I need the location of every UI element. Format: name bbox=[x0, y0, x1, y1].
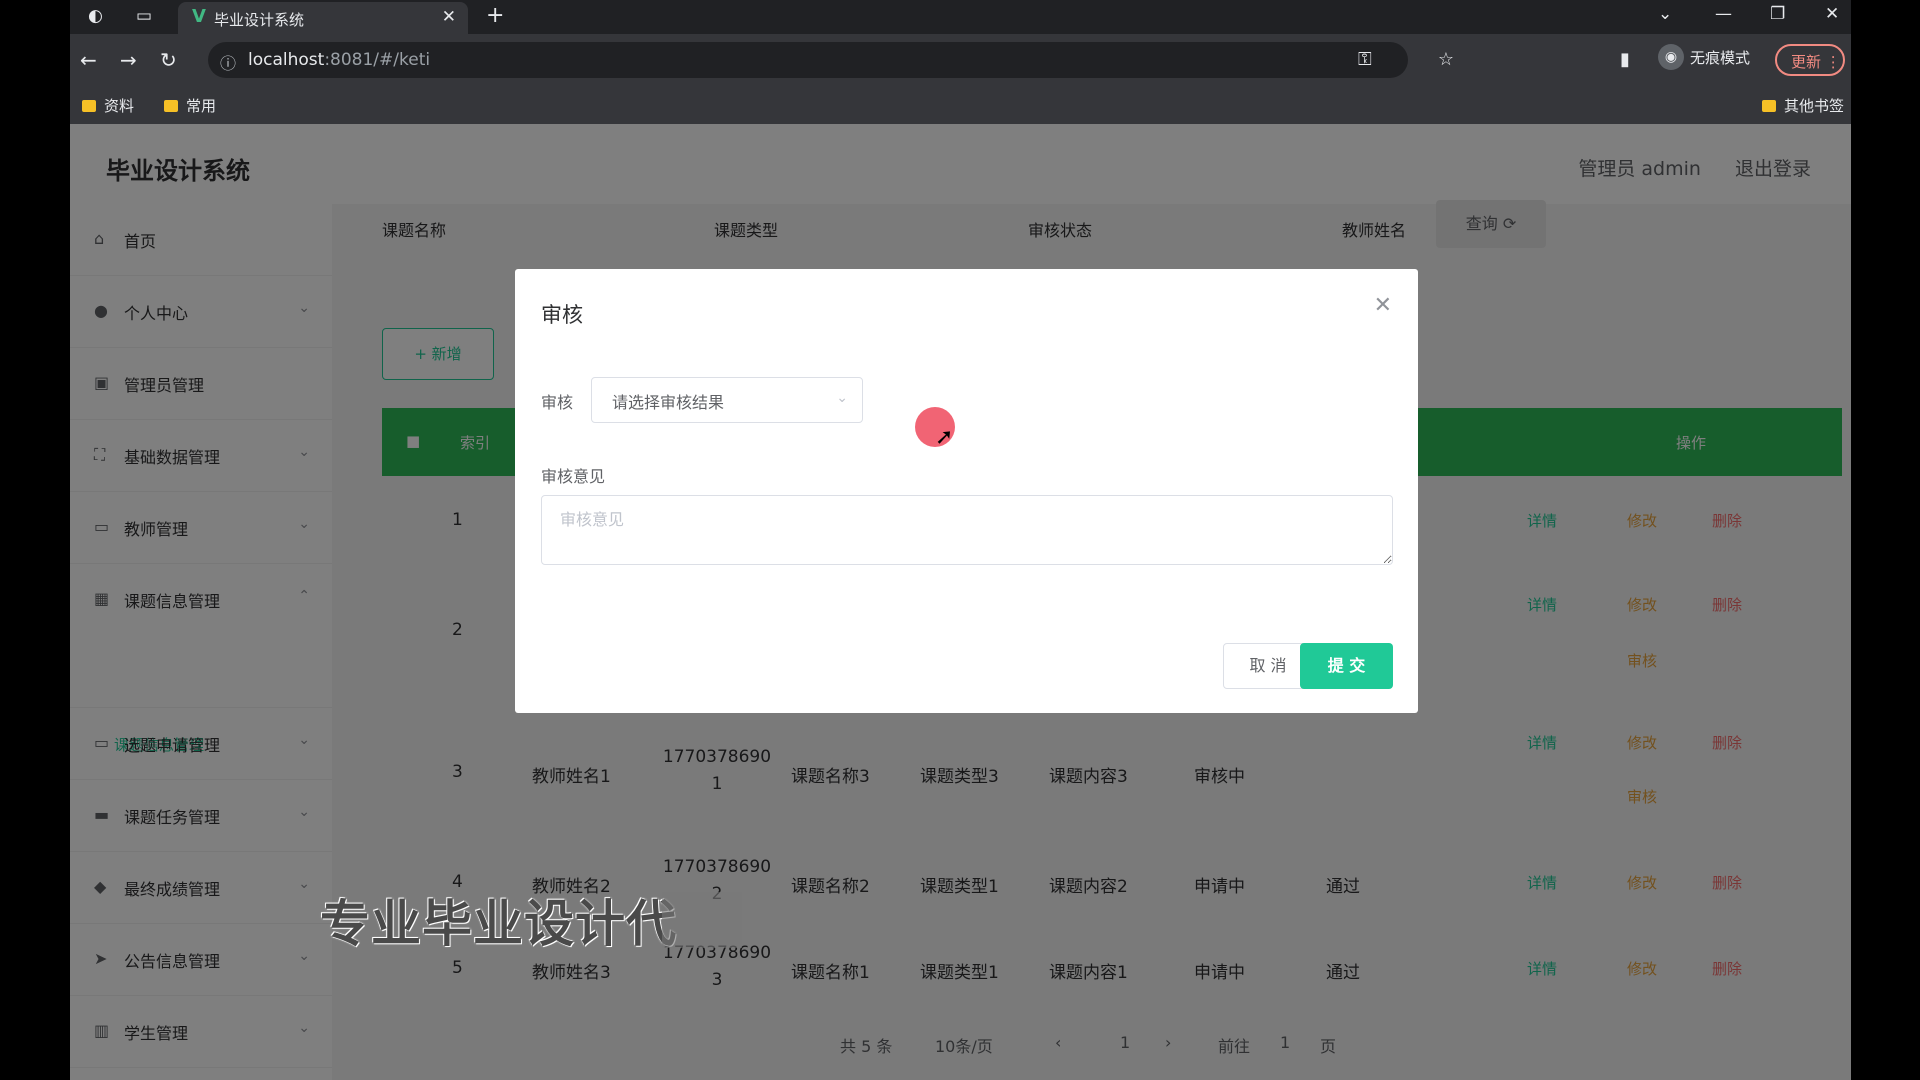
bookmark-folder-changyong[interactable]: 常用 bbox=[164, 95, 216, 116]
update-button[interactable]: 更新 ⋮ bbox=[1775, 44, 1845, 76]
browser-window: ◐ ▭ V 毕业设计系统 ✕ + ⌄ — ❐ ✕ ← → ↻ ⓘ localho… bbox=[70, 0, 1851, 1080]
dialog-title: 审核 bbox=[541, 303, 583, 327]
tab-dropdown-icon[interactable]: ⌄ bbox=[1658, 4, 1672, 24]
chevron-down-icon: ⌄ bbox=[836, 390, 848, 406]
bookmark-folder-other[interactable]: 其他书签 bbox=[1762, 95, 1844, 116]
address-bar[interactable]: ⓘ localhost:8081/#/keti ⚿ ☆ bbox=[208, 42, 1454, 78]
update-label: 更新 bbox=[1791, 53, 1822, 71]
watermark-blur bbox=[662, 892, 742, 948]
folder-icon bbox=[164, 100, 178, 112]
browser-toolbar: ← → ↻ ⓘ localhost:8081/#/keti ⚿ ☆ ▮ ◉ 无痕模… bbox=[70, 34, 1851, 88]
opinion-textarea[interactable] bbox=[541, 495, 1393, 565]
incognito-icon: ◉ bbox=[1658, 44, 1684, 70]
back-icon[interactable]: ← bbox=[80, 48, 97, 72]
url-path: :8081/#/keti bbox=[324, 50, 431, 70]
folder-icon bbox=[82, 100, 96, 112]
incognito-label: 无痕模式 bbox=[1690, 48, 1751, 67]
tab-close-icon[interactable]: ✕ bbox=[442, 7, 456, 27]
restore-icon[interactable]: ❐ bbox=[1770, 4, 1785, 24]
review-dialog: 审核 ✕ 审核 请选择审核结果 ⌄ 审核意见 取 消 提 交 bbox=[515, 269, 1418, 713]
opinion-label: 审核意见 bbox=[541, 467, 606, 486]
review-label: 审核 bbox=[541, 393, 574, 412]
incognito-indicator[interactable]: ◉ 无痕模式 bbox=[1658, 44, 1750, 74]
forward-icon[interactable]: → bbox=[120, 48, 137, 72]
bookmark-label: 资料 bbox=[104, 97, 135, 115]
tab-title: 毕业设计系统 bbox=[214, 11, 305, 29]
mouse-cursor-icon: ➚ bbox=[935, 425, 954, 450]
tab-strip: ◐ ▭ V 毕业设计系统 ✕ + ⌄ — ❐ ✕ bbox=[70, 0, 1851, 34]
browser-menu-icon[interactable]: ◐ bbox=[88, 6, 103, 26]
reload-icon[interactable]: ↻ bbox=[160, 48, 177, 72]
minimize-icon[interactable]: — bbox=[1715, 4, 1732, 24]
vue-favicon-icon: V bbox=[192, 6, 206, 27]
folder-icon bbox=[1762, 100, 1776, 112]
tab-active[interactable]: V 毕业设计系统 ✕ bbox=[178, 2, 468, 34]
bookmark-label: 其他书签 bbox=[1784, 97, 1845, 115]
url-text: localhost:8081/#/keti bbox=[248, 50, 430, 70]
submit-button[interactable]: 提 交 bbox=[1300, 643, 1393, 689]
key-icon[interactable]: ⚿ bbox=[1358, 49, 1372, 70]
video-watermark: 专业毕业设计代 bbox=[320, 895, 677, 953]
close-window-icon[interactable]: ✕ bbox=[1825, 4, 1839, 24]
review-select-placeholder: 请选择审核结果 bbox=[612, 393, 725, 412]
tab-search-icon[interactable]: ▭ bbox=[136, 6, 152, 26]
bookmark-star-icon[interactable]: ☆ bbox=[1438, 49, 1454, 70]
bookmark-label: 常用 bbox=[186, 97, 217, 115]
close-icon[interactable]: ✕ bbox=[1374, 293, 1392, 318]
review-select[interactable]: 请选择审核结果 ⌄ bbox=[591, 377, 863, 423]
url-host: localhost bbox=[248, 50, 325, 70]
new-tab-icon[interactable]: + bbox=[486, 3, 504, 28]
site-info-icon[interactable]: ⓘ bbox=[220, 50, 236, 74]
sidepanel-icon[interactable]: ▮ bbox=[1620, 49, 1630, 70]
bookmark-folder-ziliao[interactable]: 资料 bbox=[82, 95, 134, 116]
bookmarks-bar: 资料 常用 其他书签 bbox=[70, 88, 1851, 124]
